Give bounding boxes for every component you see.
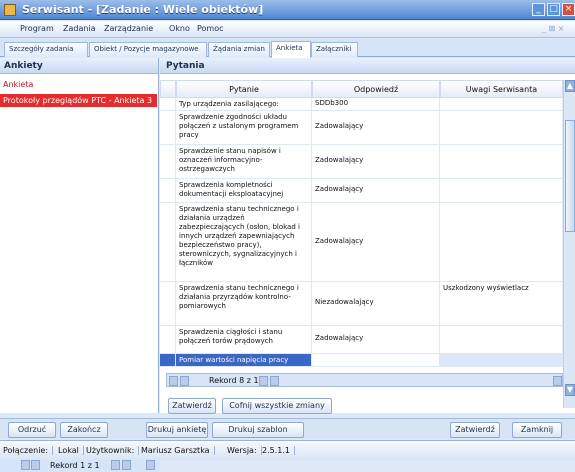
question-cell: Sprawdzenia ciągłości i stanu połączeń t… bbox=[176, 326, 312, 353]
question-nav-arrow-button[interactable] bbox=[553, 376, 562, 386]
scroll-down-icon[interactable]: ▼ bbox=[565, 384, 575, 396]
next-record-button[interactable] bbox=[111, 460, 120, 470]
tab-survey[interactable]: Ankieta bbox=[271, 41, 311, 58]
next-question-button[interactable] bbox=[259, 376, 268, 386]
previous-record-button[interactable] bbox=[31, 460, 40, 470]
notes-cell[interactable] bbox=[440, 98, 563, 110]
notes-cell[interactable] bbox=[440, 145, 563, 178]
question-cell: Sprawdzenie zgodności układu połączeń z … bbox=[176, 111, 312, 144]
first-question-button[interactable] bbox=[169, 376, 178, 386]
user-label: Użytkownik: bbox=[86, 446, 140, 455]
column-row-selector bbox=[160, 80, 176, 98]
answer-cell[interactable]: Zadowalający bbox=[312, 179, 440, 202]
question-cell: Typ urządzenia zasilającego: bbox=[176, 98, 312, 110]
answer-cell[interactable]: Niezadowalający bbox=[312, 282, 440, 325]
answer-cell[interactable]: Zadowalający bbox=[312, 326, 440, 353]
tab-change-requests[interactable]: Żądania zmian bbox=[208, 42, 270, 57]
scroll-up-icon[interactable]: ▲ bbox=[565, 80, 575, 92]
previous-question-button[interactable] bbox=[180, 376, 189, 386]
program-menu[interactable]: Program bbox=[20, 24, 54, 33]
scroll-thumb[interactable] bbox=[565, 120, 575, 232]
answer-cell[interactable]: Zadowalający bbox=[312, 111, 440, 144]
survey-list-header: Ankieta bbox=[3, 80, 34, 89]
status-bar: Połączenie: Lokal Użytkownik: Mariusz Ga… bbox=[0, 440, 575, 460]
notes-cell[interactable] bbox=[440, 111, 563, 144]
close-dialog-button[interactable]: Zamknij bbox=[512, 422, 562, 438]
print-template-button[interactable]: Drukuj szablon ankiety bbox=[212, 422, 304, 448]
version-value: 2.5.1.1 bbox=[262, 446, 295, 455]
minimize-button[interactable]: _ bbox=[532, 3, 545, 16]
table-row[interactable]: Sprawdzenia kompletności dokumentacji ek… bbox=[160, 179, 563, 203]
notes-cell[interactable] bbox=[440, 179, 563, 202]
maximize-button[interactable]: □ bbox=[547, 3, 560, 16]
pomoc-menu[interactable]: Pomoc bbox=[197, 24, 224, 33]
title-bar: Serwisant - [Zadanie : Wiele obiektów] _… bbox=[0, 0, 575, 20]
answer-cell[interactable]: Zadowalający bbox=[312, 145, 440, 178]
questions-title: Pytania bbox=[160, 58, 575, 74]
answer-cell[interactable]: SDDb300 bbox=[312, 98, 440, 110]
connection-value: Lokal bbox=[58, 446, 84, 455]
selected-survey[interactable]: Protokoły przeglądów PTC - Ankieta 3 bbox=[0, 94, 157, 107]
connection-label: Połączenie: bbox=[3, 446, 54, 455]
print-survey-button[interactable]: Drukuj ankietę bbox=[146, 422, 208, 438]
column-notes: Uwagi Serwisanta bbox=[440, 80, 563, 98]
table-row[interactable]: Sprawdzenia stanu technicznego i działan… bbox=[160, 282, 563, 326]
question-cell: Sprawdzenia stanu technicznego i działan… bbox=[176, 282, 312, 325]
okno-menu[interactable]: Okno bbox=[169, 24, 190, 33]
vertical-scrollbar[interactable]: ▲ ▼ bbox=[563, 80, 575, 408]
question-record-label: Rekord 8 z 15 bbox=[209, 376, 264, 385]
menu-bar: Program Zadania Zarządzanie Okno Pomoc _… bbox=[0, 21, 575, 38]
table-row[interactable]: Sprawdzenia ciągłości i stanu połączeń t… bbox=[160, 326, 563, 354]
column-answer: Odpowiedź bbox=[312, 80, 440, 98]
survey-record-label: Rekord 1 z 1 bbox=[50, 461, 100, 470]
question-actions: Zatwierdź Cofnij wszystkie zmiany bbox=[160, 397, 575, 415]
notes-cell[interactable] bbox=[440, 326, 563, 353]
notes-cell[interactable] bbox=[440, 203, 563, 281]
table-row[interactable]: Typ urządzenia zasilającego: SDDb300 bbox=[160, 98, 563, 111]
finish-button[interactable]: Zakończ bbox=[60, 422, 108, 438]
app-icon bbox=[4, 4, 16, 16]
table-row[interactable]: Sprawdzenia stanu technicznego i działan… bbox=[160, 203, 563, 282]
selected-table-row[interactable]: Pomiar wartości napięcia pracy bbox=[160, 354, 563, 367]
nav-arrow-button[interactable] bbox=[146, 460, 155, 470]
window-controls-icons: _ ⊠ × bbox=[542, 24, 565, 33]
user-value: Mariusz Garsztka bbox=[141, 446, 215, 455]
question-cell: Sprawdzenie stanu napisów i oznaczeń inf… bbox=[176, 145, 312, 178]
last-record-button[interactable] bbox=[122, 460, 131, 470]
survey-list-title: Ankiety bbox=[0, 58, 158, 74]
notes-cell[interactable]: Uszkodzony wyświetlacz bbox=[440, 282, 563, 325]
column-question: Pytanie bbox=[176, 80, 312, 98]
table-row[interactable]: Sprawdzenie zgodności układu połączeń z … bbox=[160, 111, 563, 145]
table-row[interactable]: Sprawdzenie stanu napisów i oznaczeń inf… bbox=[160, 145, 563, 179]
tab-bar: Szczegóły zadania Obiekt / Pozycje magaz… bbox=[0, 39, 575, 58]
question-cell: Pomiar wartości napięcia pracy bbox=[176, 354, 312, 366]
zarzadzanie-menu[interactable]: Zarządzanie bbox=[104, 24, 153, 33]
tab-attachments[interactable]: Załączniki bbox=[311, 42, 358, 57]
answer-cell[interactable] bbox=[312, 354, 440, 366]
notes-cell[interactable] bbox=[440, 354, 563, 366]
bottom-actions: Odrzuć Zakończ Drukuj ankietę Drukuj sza… bbox=[0, 418, 575, 448]
questions-grid: Typ urządzenia zasilającego: SDDb300 Spr… bbox=[160, 98, 563, 408]
approve-button[interactable]: Zatwierdź bbox=[168, 398, 216, 414]
question-cell: Sprawdzenia stanu technicznego i działan… bbox=[176, 203, 312, 281]
tab-object[interactable]: Obiekt / Pozycje magazynowe bbox=[89, 42, 207, 57]
undo-all-button[interactable]: Cofnij wszystkie zmiany bbox=[222, 398, 332, 414]
first-record-button[interactable] bbox=[21, 460, 30, 470]
approve-bottom-button[interactable]: Zatwierdź bbox=[450, 422, 500, 438]
version-label: Wersja: bbox=[227, 446, 262, 455]
tab-details[interactable]: Szczegóły zadania bbox=[4, 42, 88, 57]
questions-panel: Pytania Pytanie Odpowiedź Uwagi Serwisan… bbox=[160, 58, 575, 413]
question-cell: Sprawdzenia kompletności dokumentacji ek… bbox=[176, 179, 312, 202]
reject-button[interactable]: Odrzuć bbox=[8, 422, 56, 438]
survey-list-panel: Ankiety Ankieta Protokoły przeglądów PTC… bbox=[0, 58, 159, 472]
window-title: Serwisant - [Zadanie : Wiele obiektów] bbox=[22, 3, 264, 16]
last-question-button[interactable] bbox=[270, 376, 279, 386]
answer-cell[interactable]: Zadowalający bbox=[312, 203, 440, 281]
zadania-menu[interactable]: Zadania bbox=[63, 24, 96, 33]
close-button[interactable]: × bbox=[562, 3, 575, 16]
question-record-nav: Rekord 8 z 15 bbox=[166, 373, 563, 387]
